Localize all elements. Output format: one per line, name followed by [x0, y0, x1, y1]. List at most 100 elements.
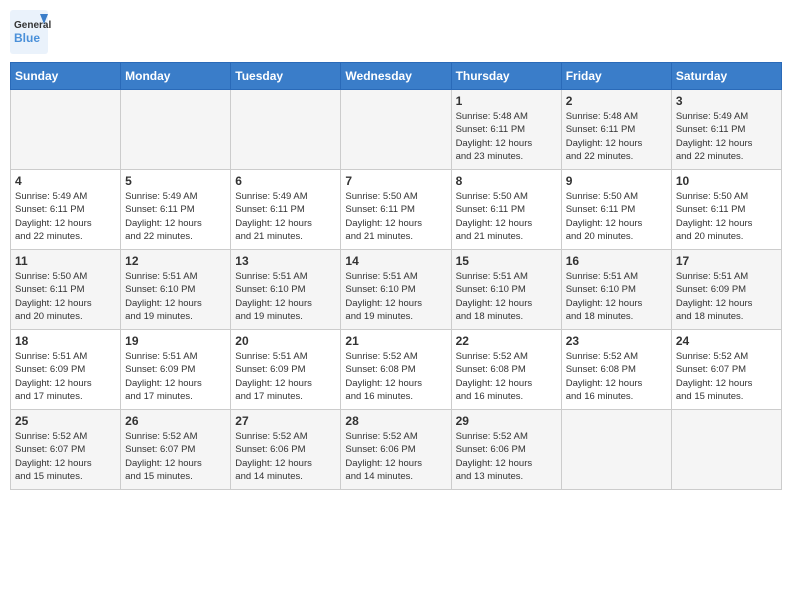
logo-svg: General Blue: [10, 10, 90, 54]
day-number: 21: [345, 334, 446, 348]
day-number: 24: [676, 334, 777, 348]
day-info: Sunrise: 5:51 AM Sunset: 6:09 PM Dayligh…: [125, 350, 226, 403]
day-number: 7: [345, 174, 446, 188]
day-number: 15: [456, 254, 557, 268]
day-number: 18: [15, 334, 116, 348]
calendar-cell: [11, 90, 121, 170]
day-info: Sunrise: 5:48 AM Sunset: 6:11 PM Dayligh…: [566, 110, 667, 163]
day-number: 27: [235, 414, 336, 428]
week-row-2: 4 Sunrise: 5:49 AM Sunset: 6:11 PM Daylig…: [11, 170, 782, 250]
calendar-cell: 23 Sunrise: 5:52 AM Sunset: 6:08 PM Dayli…: [561, 330, 671, 410]
day-number: 26: [125, 414, 226, 428]
calendar-cell: 19 Sunrise: 5:51 AM Sunset: 6:09 PM Dayli…: [121, 330, 231, 410]
calendar-cell: 9Sunrise: 5:50 AM Sunset: 6:11 PM Daylig…: [561, 170, 671, 250]
day-header-tuesday: Tuesday: [231, 63, 341, 90]
calendar-cell: 10Sunrise: 5:50 AM Sunset: 6:11 PM Dayli…: [671, 170, 781, 250]
day-number: 14: [345, 254, 446, 268]
day-info: Sunrise: 5:51 AM Sunset: 6:09 PM Dayligh…: [676, 270, 777, 323]
day-number: 6: [235, 174, 336, 188]
calendar-cell: 3Sunrise: 5:49 AM Sunset: 6:11 PM Daylig…: [671, 90, 781, 170]
calendar-cell: 8Sunrise: 5:50 AM Sunset: 6:11 PM Daylig…: [451, 170, 561, 250]
day-number: 17: [676, 254, 777, 268]
day-info: Sunrise: 5:51 AM Sunset: 6:10 PM Dayligh…: [566, 270, 667, 323]
day-info: Sunrise: 5:50 AM Sunset: 6:11 PM Dayligh…: [566, 190, 667, 243]
day-header-wednesday: Wednesday: [341, 63, 451, 90]
day-number: 4: [15, 174, 116, 188]
day-info: Sunrise: 5:51 AM Sunset: 6:10 PM Dayligh…: [456, 270, 557, 323]
calendar-cell: [671, 410, 781, 490]
day-info: Sunrise: 5:52 AM Sunset: 6:08 PM Dayligh…: [456, 350, 557, 403]
week-row-4: 18 Sunrise: 5:51 AM Sunset: 6:09 PM Dayli…: [11, 330, 782, 410]
day-info: Sunrise: 5:51 AM Sunset: 6:10 PM Dayligh…: [345, 270, 446, 323]
day-number: 2: [566, 94, 667, 108]
day-header-thursday: Thursday: [451, 63, 561, 90]
calendar-cell: 1Sunrise: 5:48 AM Sunset: 6:11 PM Daylig…: [451, 90, 561, 170]
calendar-cell: 20Sunrise: 5:51 AM Sunset: 6:09 PM Dayli…: [231, 330, 341, 410]
day-info: Sunrise: 5:52 AM Sunset: 6:08 PM Dayligh…: [345, 350, 446, 403]
day-info: Sunrise: 5:51 AM Sunset: 6:10 PM Dayligh…: [235, 270, 336, 323]
header: General Blue: [10, 10, 782, 54]
calendar-cell: 27 Sunrise: 5:52 AM Sunset: 6:06 PM Dayli…: [231, 410, 341, 490]
day-info: Sunrise: 5:50 AM Sunset: 6:11 PM Dayligh…: [345, 190, 446, 243]
week-row-1: 1Sunrise: 5:48 AM Sunset: 6:11 PM Daylig…: [11, 90, 782, 170]
calendar-cell: [231, 90, 341, 170]
day-info: Sunrise: 5:49 AM Sunset: 6:11 PM Dayligh…: [235, 190, 336, 243]
day-number: 5: [125, 174, 226, 188]
day-header-sunday: Sunday: [11, 63, 121, 90]
calendar-cell: [121, 90, 231, 170]
calendar-cell: 18 Sunrise: 5:51 AM Sunset: 6:09 PM Dayli…: [11, 330, 121, 410]
header-row: SundayMondayTuesdayWednesdayThursdayFrid…: [11, 63, 782, 90]
calendar-cell: 7 Sunrise: 5:50 AM Sunset: 6:11 PM Daylig…: [341, 170, 451, 250]
calendar-cell: 29Sunrise: 5:52 AM Sunset: 6:06 PM Dayli…: [451, 410, 561, 490]
day-header-monday: Monday: [121, 63, 231, 90]
day-number: 22: [456, 334, 557, 348]
svg-text:General: General: [14, 20, 51, 31]
day-info: Sunrise: 5:50 AM Sunset: 6:11 PM Dayligh…: [15, 270, 116, 323]
calendar-cell: 13 Sunrise: 5:51 AM Sunset: 6:10 PM Dayli…: [231, 250, 341, 330]
calendar-cell: 22 Sunrise: 5:52 AM Sunset: 6:08 PM Dayli…: [451, 330, 561, 410]
calendar-table: SundayMondayTuesdayWednesdayThursdayFrid…: [10, 62, 782, 490]
day-info: Sunrise: 5:49 AM Sunset: 6:11 PM Dayligh…: [125, 190, 226, 243]
calendar-cell: 5 Sunrise: 5:49 AM Sunset: 6:11 PM Daylig…: [121, 170, 231, 250]
calendar-cell: 12 Sunrise: 5:51 AM Sunset: 6:10 PM Dayli…: [121, 250, 231, 330]
calendar-cell: 17 Sunrise: 5:51 AM Sunset: 6:09 PM Dayli…: [671, 250, 781, 330]
calendar-cell: 16 Sunrise: 5:51 AM Sunset: 6:10 PM Dayli…: [561, 250, 671, 330]
calendar-cell: 14 Sunrise: 5:51 AM Sunset: 6:10 PM Dayli…: [341, 250, 451, 330]
day-number: 8: [456, 174, 557, 188]
day-info: Sunrise: 5:52 AM Sunset: 6:07 PM Dayligh…: [676, 350, 777, 403]
day-info: Sunrise: 5:52 AM Sunset: 6:07 PM Dayligh…: [15, 430, 116, 483]
week-row-5: 25 Sunrise: 5:52 AM Sunset: 6:07 PM Dayli…: [11, 410, 782, 490]
calendar-cell: [561, 410, 671, 490]
day-number: 20: [235, 334, 336, 348]
day-header-saturday: Saturday: [671, 63, 781, 90]
calendar-cell: 11Sunrise: 5:50 AM Sunset: 6:11 PM Dayli…: [11, 250, 121, 330]
week-row-3: 11Sunrise: 5:50 AM Sunset: 6:11 PM Dayli…: [11, 250, 782, 330]
day-info: Sunrise: 5:50 AM Sunset: 6:11 PM Dayligh…: [676, 190, 777, 243]
calendar-cell: 4 Sunrise: 5:49 AM Sunset: 6:11 PM Daylig…: [11, 170, 121, 250]
day-info: Sunrise: 5:51 AM Sunset: 6:09 PM Dayligh…: [15, 350, 116, 403]
logo: General Blue: [10, 10, 90, 54]
calendar-cell: 21 Sunrise: 5:52 AM Sunset: 6:08 PM Dayli…: [341, 330, 451, 410]
day-info: Sunrise: 5:51 AM Sunset: 6:10 PM Dayligh…: [125, 270, 226, 323]
day-info: Sunrise: 5:49 AM Sunset: 6:11 PM Dayligh…: [15, 190, 116, 243]
calendar-cell: 28Sunrise: 5:52 AM Sunset: 6:06 PM Dayli…: [341, 410, 451, 490]
calendar-cell: [341, 90, 451, 170]
day-info: Sunrise: 5:52 AM Sunset: 6:08 PM Dayligh…: [566, 350, 667, 403]
day-number: 23: [566, 334, 667, 348]
day-info: Sunrise: 5:52 AM Sunset: 6:06 PM Dayligh…: [456, 430, 557, 483]
calendar-cell: 24 Sunrise: 5:52 AM Sunset: 6:07 PM Dayli…: [671, 330, 781, 410]
day-info: Sunrise: 5:52 AM Sunset: 6:06 PM Dayligh…: [345, 430, 446, 483]
day-info: Sunrise: 5:52 AM Sunset: 6:06 PM Dayligh…: [235, 430, 336, 483]
day-number: 16: [566, 254, 667, 268]
day-number: 3: [676, 94, 777, 108]
day-number: 12: [125, 254, 226, 268]
calendar-cell: 6 Sunrise: 5:49 AM Sunset: 6:11 PM Daylig…: [231, 170, 341, 250]
calendar-cell: 2 Sunrise: 5:48 AM Sunset: 6:11 PM Daylig…: [561, 90, 671, 170]
day-number: 13: [235, 254, 336, 268]
calendar-cell: 26 Sunrise: 5:52 AM Sunset: 6:07 PM Dayli…: [121, 410, 231, 490]
day-info: Sunrise: 5:52 AM Sunset: 6:07 PM Dayligh…: [125, 430, 226, 483]
day-info: Sunrise: 5:48 AM Sunset: 6:11 PM Dayligh…: [456, 110, 557, 163]
calendar-cell: 15 Sunrise: 5:51 AM Sunset: 6:10 PM Dayli…: [451, 250, 561, 330]
day-number: 25: [15, 414, 116, 428]
day-number: 19: [125, 334, 226, 348]
